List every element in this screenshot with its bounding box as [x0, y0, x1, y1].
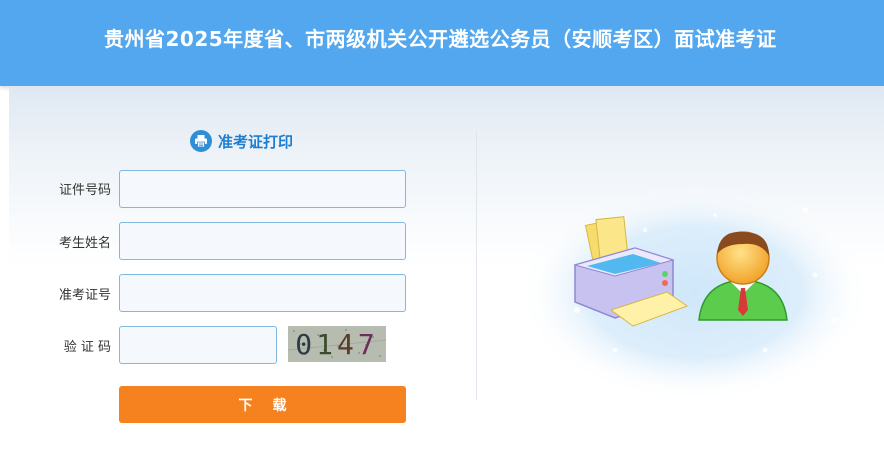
id-number-label: 证件号码 [58, 183, 111, 198]
background-glow [517, 178, 873, 398]
captcha-input[interactable] [119, 326, 277, 364]
printer-icon [190, 130, 212, 152]
captcha-char: 4 [337, 327, 358, 361]
panel-heading: 准考证打印 [190, 130, 293, 152]
captcha-char: 0 [295, 327, 317, 361]
ticket-number-label: 准考证号 [58, 288, 111, 303]
captcha-image[interactable]: 0 1 4 7 [288, 326, 386, 362]
page-header: 贵州省2025年度省、市两级机关公开遴选公务员（安顺考区）面试准考证 [0, 0, 884, 86]
panel-title: 准考证打印 [218, 132, 294, 151]
print-illustration [517, 178, 873, 398]
ticket-number-input[interactable] [119, 274, 406, 312]
vertical-divider [476, 130, 477, 400]
captcha-label: 验 证 码 [63, 340, 111, 355]
page-title: 贵州省2025年度省、市两级机关公开遴选公务员（安顺考区）面试准考证 [104, 27, 777, 51]
captcha-char: 7 [357, 327, 379, 361]
name-input[interactable] [119, 222, 406, 260]
name-label: 考生姓名 [58, 236, 111, 251]
id-number-input[interactable] [119, 170, 406, 208]
download-button[interactable]: 下载 [119, 386, 406, 423]
captcha-char: 1 [316, 327, 337, 361]
